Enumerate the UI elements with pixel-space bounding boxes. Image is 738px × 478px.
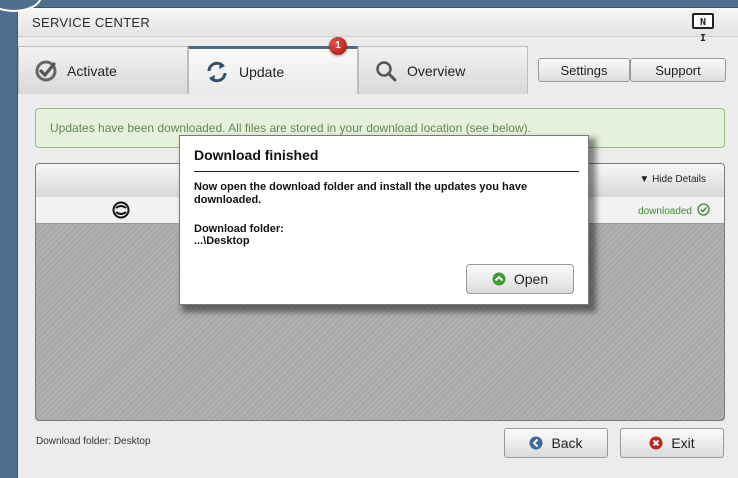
dialog-folder-label: Download folder:	[194, 223, 284, 235]
dialog-divider	[194, 171, 579, 172]
tab-overview[interactable]: Overview	[358, 46, 528, 94]
open-button-label: Open	[513, 271, 549, 287]
download-notice-text: Updates have been downloaded. All files …	[50, 121, 531, 135]
tab-bar: Activate Update 1 Overview Settings Supp…	[18, 37, 738, 94]
open-arrow-up-icon	[492, 272, 506, 286]
tab-update[interactable]: Update 1	[188, 37, 358, 94]
tab-update-label: Update	[239, 63, 285, 80]
exit-button-label: Exit	[671, 435, 695, 451]
tab-overview-label: Overview	[407, 62, 466, 79]
settings-button[interactable]: Settings	[538, 58, 630, 82]
title-bar: SERVICE CENTER N I	[18, 8, 738, 44]
back-button-label: Back	[551, 435, 583, 451]
support-button-label: Support	[655, 62, 701, 78]
exit-x-icon	[649, 436, 663, 450]
traktor-logo-icon	[112, 201, 130, 224]
settings-button-label: Settings	[560, 62, 608, 78]
refresh-icon	[205, 60, 229, 84]
dialog-title: Download finished	[194, 147, 319, 163]
checkmark-icon	[35, 60, 57, 82]
hide-details-label: Hide Details	[652, 174, 706, 185]
dialog-message: Now open the download folder and install…	[194, 181, 528, 206]
dialog-folder-path: ...\Desktop	[194, 235, 250, 247]
tab-activate[interactable]: Activate	[18, 46, 188, 94]
ni-logo-icon: N I	[692, 13, 714, 44]
window-title: SERVICE CENTER	[32, 15, 151, 30]
exit-button[interactable]: Exit	[620, 428, 724, 458]
update-count-badge: 1	[329, 37, 347, 55]
hide-details-toggle[interactable]: ▼ Hide Details	[639, 174, 706, 185]
download-folder-footer: Download folder: Desktop	[36, 436, 151, 447]
download-status-label: downloaded	[638, 205, 692, 217]
open-button[interactable]: Open	[466, 264, 574, 294]
support-button[interactable]: Support	[630, 58, 726, 82]
download-finished-dialog: Download finished Now open the download …	[179, 135, 589, 305]
back-button[interactable]: Back	[504, 428, 608, 458]
check-circle-icon	[697, 203, 710, 219]
search-icon	[375, 60, 397, 82]
triangle-down-icon: ▼	[639, 174, 650, 185]
back-arrow-icon	[529, 436, 543, 450]
download-status: downloaded	[638, 203, 710, 219]
tab-activate-label: Activate	[67, 62, 117, 79]
